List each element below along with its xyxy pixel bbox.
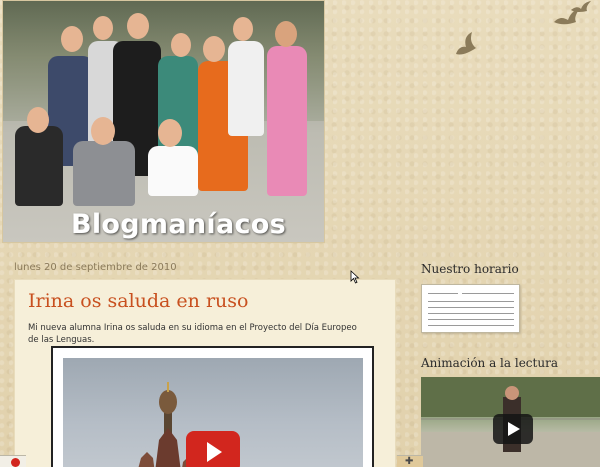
sidebar-schedule-title: Nuestro horario	[421, 262, 519, 276]
reading-video-thumbnail[interactable]	[421, 377, 600, 467]
blog-post: Irina os saluda en ruso Mi nueva alumna …	[14, 279, 396, 467]
figure	[267, 46, 307, 196]
post-body: Mi nueva alumna Irina os saluda en su id…	[28, 323, 357, 345]
header-image[interactable]: Blogmaníacos	[2, 0, 325, 243]
schedule-image[interactable]	[421, 284, 520, 333]
figure-head	[171, 33, 191, 57]
figure	[15, 126, 63, 206]
figure-head	[27, 107, 49, 133]
blog-title[interactable]: Blogmaníacos	[71, 209, 286, 240]
bird-icon	[571, 1, 591, 12]
video-preview	[63, 358, 363, 467]
play-icon[interactable]	[493, 414, 533, 444]
post-date: lunes 20 de septiembre de 2010	[14, 262, 177, 273]
post-title[interactable]: Irina os saluda en ruso	[28, 290, 248, 312]
mouse-cursor-icon	[350, 270, 360, 284]
embedded-video[interactable]	[51, 346, 374, 467]
figure-head	[127, 13, 149, 39]
figure-head	[275, 21, 297, 47]
expand-button[interactable]: ✚	[397, 455, 423, 467]
figure-head	[91, 117, 115, 145]
table-line	[428, 307, 514, 308]
figure-head	[61, 26, 83, 52]
sidebar-reading-title: Animación a la lectura	[421, 356, 558, 370]
table-line	[428, 319, 514, 320]
plus-icon: ✚	[405, 456, 414, 467]
figure	[148, 146, 198, 196]
figure	[73, 141, 135, 206]
figure	[228, 41, 264, 136]
table-line	[428, 301, 514, 302]
bird-icon	[456, 32, 476, 55]
figure-head	[233, 17, 253, 41]
taskbar-left[interactable]	[0, 455, 26, 467]
play-icon[interactable]	[186, 431, 240, 467]
table-line	[428, 325, 514, 326]
table-line	[462, 293, 514, 294]
table-line	[428, 293, 458, 294]
table-line	[428, 313, 514, 314]
figure-head	[158, 119, 182, 147]
alert-icon	[11, 458, 20, 467]
figure-head	[203, 36, 225, 62]
figure-head	[93, 16, 113, 40]
